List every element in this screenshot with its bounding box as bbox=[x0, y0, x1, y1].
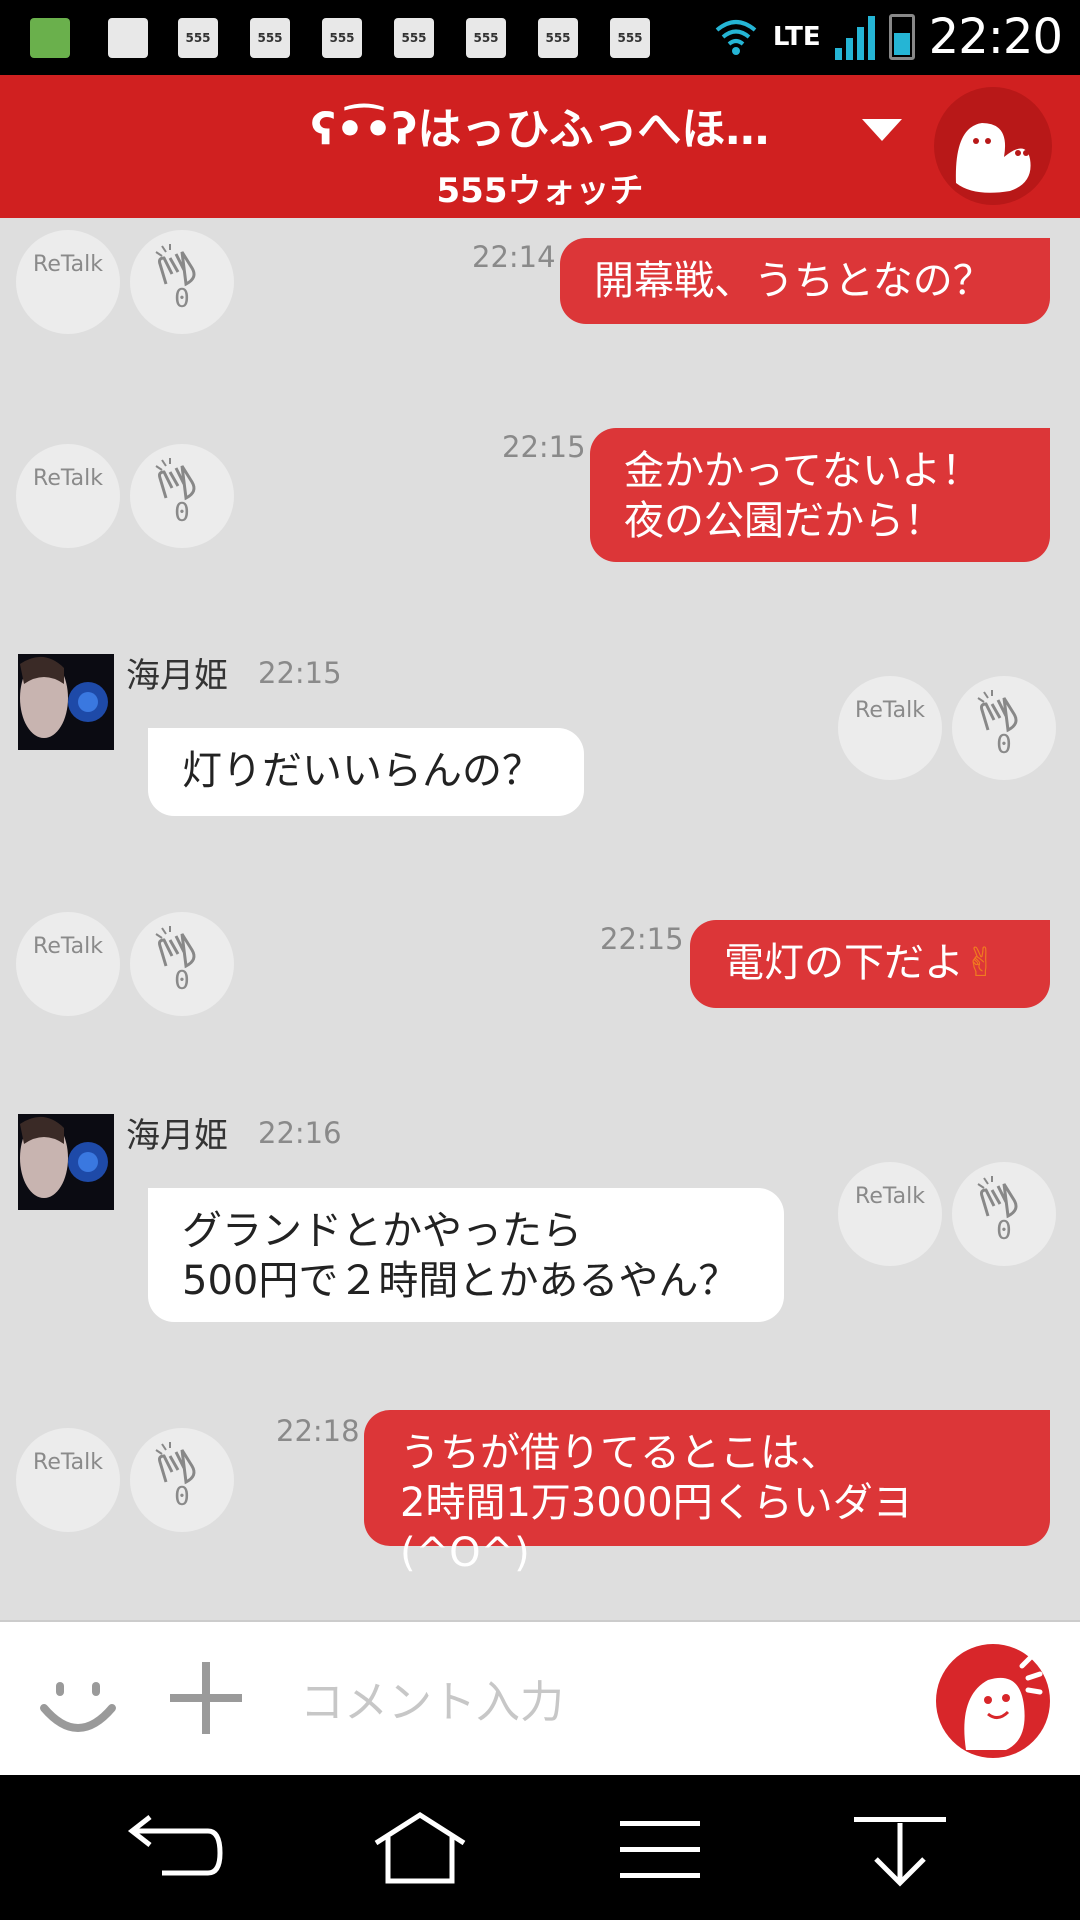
retalk-button[interactable]: ReTalk bbox=[838, 1162, 942, 1266]
message-text: うちが借りてるとこは、 bbox=[400, 1430, 840, 1476]
chat-title[interactable]: ʕ•͡•ʔはっひふっへほ… bbox=[0, 93, 1080, 157]
clap-icon bbox=[977, 1176, 1018, 1219]
sender-name: 海月姫 bbox=[126, 1116, 228, 1156]
retalk-button[interactable]: ReTalk bbox=[838, 676, 942, 780]
message-text: 2時間1万3000円くらいダヨ(^O^) bbox=[400, 1480, 913, 1576]
message-input-bar: コメント入力 bbox=[0, 1620, 1080, 1775]
message-text: 灯りだいいらんの？ bbox=[182, 748, 542, 794]
send-button[interactable] bbox=[936, 1644, 1050, 1758]
clap-count: 0 bbox=[174, 966, 190, 996]
victory-emoji-icon: ✌ bbox=[964, 940, 998, 986]
system-navigation-bar bbox=[0, 1775, 1080, 1920]
wifi-icon bbox=[715, 20, 757, 55]
clap-icon bbox=[155, 926, 196, 969]
notification-555-icon: 555 bbox=[178, 18, 218, 58]
incoming-message-bubble[interactable]: 灯りだいいらんの？ bbox=[148, 728, 584, 816]
outgoing-message-bubble[interactable]: 開幕戦、うちとなの？ bbox=[560, 238, 1050, 324]
status-bar: 555 555 555 555 555 555 555 LTE 22:20 bbox=[0, 0, 1080, 75]
clap-count: 0 bbox=[996, 730, 1012, 760]
sender-name: 海月姫 bbox=[126, 656, 228, 696]
battery-icon bbox=[888, 14, 915, 60]
message-text: 開幕戦、うちとなの？ bbox=[594, 258, 993, 304]
message-time: 22:16 bbox=[258, 1116, 342, 1150]
clap-button[interactable]: 0 bbox=[130, 230, 234, 334]
retalk-button[interactable]: ReTalk bbox=[16, 444, 120, 548]
signal-icon bbox=[834, 14, 875, 60]
message-text: 電灯の下だよ bbox=[724, 940, 964, 986]
smiley-icon[interactable] bbox=[36, 1662, 120, 1746]
clap-button[interactable]: 0 bbox=[952, 676, 1056, 780]
avatar[interactable] bbox=[18, 654, 114, 750]
dropdown-arrow-icon[interactable] bbox=[862, 119, 902, 141]
network-type: LTE bbox=[772, 22, 821, 52]
notification-555-icon: 555 bbox=[538, 18, 578, 58]
notification-555-icon: 555 bbox=[394, 18, 434, 58]
message-time: 22:15 bbox=[502, 430, 586, 464]
message-text: グランドとかやったら bbox=[182, 1208, 582, 1254]
app-notification-icon bbox=[30, 18, 70, 58]
retalk-button[interactable]: ReTalk bbox=[16, 912, 120, 1016]
clap-button[interactable]: 0 bbox=[130, 1428, 234, 1532]
gallery-notification-icon bbox=[108, 18, 148, 58]
outgoing-message-bubble[interactable]: 金かかってないよ！ 夜の公園だから！ bbox=[590, 428, 1050, 562]
message-time: 22:18 bbox=[276, 1414, 360, 1448]
clap-icon bbox=[977, 690, 1018, 733]
message-time: 22:15 bbox=[258, 656, 342, 690]
clap-count: 0 bbox=[174, 498, 190, 528]
home-icon[interactable] bbox=[370, 1809, 470, 1889]
chat-message-list[interactable]: ReTalk 0 22:14 開幕戦、うちとなの？ ReTalk 0 22:15… bbox=[0, 218, 1080, 1620]
retalk-button[interactable]: ReTalk bbox=[16, 1428, 120, 1532]
message-text: 金かかってないよ！ bbox=[624, 448, 982, 494]
avatar[interactable] bbox=[18, 1114, 114, 1210]
plus-icon[interactable] bbox=[170, 1662, 242, 1734]
menu-icon[interactable] bbox=[610, 1809, 710, 1889]
clap-button[interactable]: 0 bbox=[130, 912, 234, 1016]
clap-icon bbox=[155, 1442, 196, 1485]
mascot-icon[interactable] bbox=[934, 87, 1052, 205]
status-time: 22:20 bbox=[928, 9, 1063, 65]
clap-icon bbox=[155, 458, 196, 501]
clap-icon bbox=[155, 244, 196, 287]
incoming-message-bubble[interactable]: グランドとかやったら 500円で２時間とかあるやん？ bbox=[148, 1188, 784, 1322]
message-text: 500円で２時間とかあるやん？ bbox=[182, 1258, 739, 1304]
clap-button[interactable]: 0 bbox=[130, 444, 234, 548]
comment-input[interactable]: コメント入力 bbox=[300, 1666, 564, 1730]
message-time: 22:15 bbox=[600, 922, 684, 956]
notification-555-icon: 555 bbox=[610, 18, 650, 58]
chat-subtitle: 555ウォッチ bbox=[436, 171, 644, 211]
notification-555-icon: 555 bbox=[322, 18, 362, 58]
clap-count: 0 bbox=[996, 1216, 1012, 1246]
outgoing-message-bubble[interactable]: 電灯の下だよ✌ bbox=[690, 920, 1050, 1008]
notification-555-icon: 555 bbox=[250, 18, 290, 58]
clap-count: 0 bbox=[174, 284, 190, 314]
back-icon[interactable] bbox=[124, 1809, 224, 1889]
message-time: 22:14 bbox=[472, 240, 556, 274]
notification-555-icon: 555 bbox=[466, 18, 506, 58]
hide-keyboard-icon[interactable] bbox=[850, 1809, 950, 1889]
outgoing-message-bubble[interactable]: うちが借りてるとこは、 2時間1万3000円くらいダヨ(^O^) bbox=[364, 1410, 1050, 1576]
clap-count: 0 bbox=[174, 1482, 190, 1512]
clap-button[interactable]: 0 bbox=[952, 1162, 1056, 1266]
message-text: 夜の公園だから！ bbox=[624, 498, 944, 544]
mascot-send-icon bbox=[964, 1655, 1043, 1750]
retalk-button[interactable]: ReTalk bbox=[16, 230, 120, 334]
chat-header: ʕ•͡•ʔはっひふっへほ… 555ウォッチ bbox=[0, 75, 1080, 218]
